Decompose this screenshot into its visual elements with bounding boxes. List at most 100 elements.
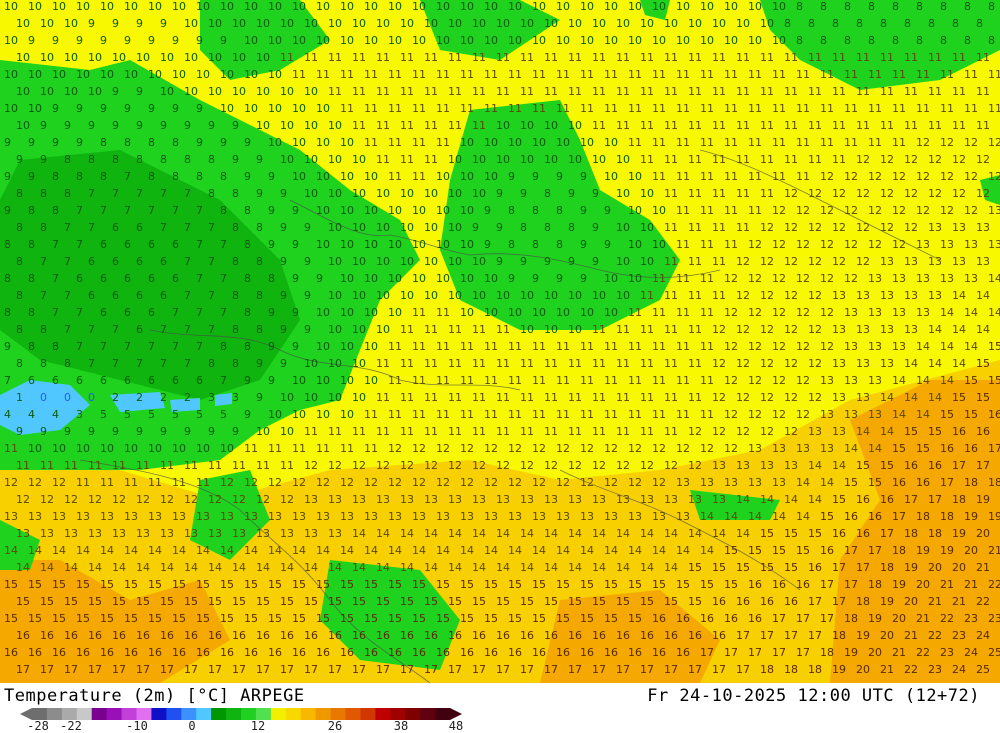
temperature-value-label: 17 [616, 663, 630, 676]
temperature-value-label: 9 [256, 357, 263, 370]
temperature-value-label: 17 [868, 544, 882, 557]
temperature-value-label: 14 [568, 527, 582, 540]
temperature-value-label: 9 [472, 221, 479, 234]
temperature-value-label: 13 [544, 493, 558, 506]
temperature-value-label: 11 [568, 425, 582, 438]
temperature-value-label: 9 [568, 255, 575, 268]
temperature-value-label: 15 [868, 476, 882, 489]
temperature-value-label: 11 [436, 136, 450, 149]
temperature-value-label: 15 [220, 578, 234, 591]
temperature-value-label: 11 [676, 306, 690, 319]
temperature-value-label: 14 [928, 323, 942, 336]
temperature-value-label: 7 [88, 323, 95, 336]
temperature-value-label: 17 [64, 663, 78, 676]
temperature-value-label: 11 [796, 170, 810, 183]
temperature-value-label: 11 [400, 323, 414, 336]
temperature-value-label: 11 [880, 85, 894, 98]
temperature-value-label: 17 [184, 663, 198, 676]
temperature-value-label: 6 [172, 272, 179, 285]
temperature-value-label: 9 [304, 323, 311, 336]
temperature-value-label: 12 [712, 391, 726, 404]
temperature-value-label: 11 [592, 425, 606, 438]
temperature-value-label: 16 [520, 629, 534, 642]
temperature-value-label: 11 [832, 85, 846, 98]
temperature-value-label: 14 [256, 561, 270, 574]
temperature-value-label: 10 [112, 51, 126, 64]
temperature-value-label: 14 [388, 544, 402, 557]
temperature-value-label: 10 [724, 34, 738, 47]
temperature-value-label: 13 [976, 255, 990, 268]
temperature-value-label: 11 [856, 85, 870, 98]
temperature-value-label: 13 [256, 527, 270, 540]
temperature-value-label: 10 [640, 17, 654, 30]
temperature-value-label: 15 [88, 595, 102, 608]
temperature-value-label: 12 [748, 408, 762, 421]
temperature-value-label: 17 [688, 663, 702, 676]
temperature-value-label: 15 [556, 578, 570, 591]
temperature-value-label: 8 [16, 221, 23, 234]
temperature-value-label: 6 [136, 323, 143, 336]
temperature-value-label: 11 [508, 68, 522, 81]
temperature-value-label: 13 [760, 459, 774, 472]
temperature-value-label: 17 [208, 663, 222, 676]
temperature-value-label: 14 [616, 561, 630, 574]
temperature-value-label: 16 [580, 646, 594, 659]
temperature-value-label: 10 [280, 153, 294, 166]
temperature-value-label: 11 [604, 374, 618, 387]
temperature-value-label: 17 [772, 612, 786, 625]
temperature-value-label: 19 [832, 663, 846, 676]
temperature-value-label: 12 [412, 442, 426, 455]
temperature-value-label: 15 [484, 578, 498, 591]
temperature-value-label: 9 [136, 425, 143, 438]
temperature-value-label: 9 [592, 187, 599, 200]
temperature-value-label: 14 [940, 306, 954, 319]
temperature-value-label: 15 [604, 578, 618, 591]
temperature-value-label: 13 [952, 255, 966, 268]
temperature-value-label: 11 [700, 204, 714, 217]
temperature-value-label: 11 [904, 119, 918, 132]
temperature-value-label: 11 [604, 68, 618, 81]
temperature-value-label: 13 [448, 493, 462, 506]
temperature-value-label: 16 [136, 629, 150, 642]
temperature-value-label: 10 [280, 119, 294, 132]
temperature-value-label: 15 [784, 561, 798, 574]
temperature-value-label: 11 [760, 153, 774, 166]
temperature-value-label: 15 [724, 578, 738, 591]
temperature-value-label: 14 [772, 510, 786, 523]
temperature-value-label: 11 [676, 340, 690, 353]
temperature-value-label: 9 [40, 119, 47, 132]
temperature-value-label: 14 [976, 289, 990, 302]
temperature-value-label: 11 [424, 391, 438, 404]
temperature-value-label: 6 [100, 306, 107, 319]
temperature-value-label: 16 [4, 646, 18, 659]
temperature-value-label: 8 [40, 187, 47, 200]
temperature-value-label: 11 [568, 85, 582, 98]
temperature-value-label: 11 [400, 85, 414, 98]
temperature-value-label: 11 [868, 102, 882, 115]
temperature-value-label: 14 [892, 408, 906, 421]
temperature-value-label: 11 [580, 374, 594, 387]
temperature-value-label: 14 [952, 323, 966, 336]
temperature-value-label: 9 [304, 255, 311, 268]
temperature-value-label: 11 [664, 187, 678, 200]
temperature-value-label: 11 [736, 51, 750, 64]
temperature-value-label: 11 [580, 102, 594, 115]
temperature-value-label: 9 [556, 272, 563, 285]
temperature-value-label: 11 [340, 102, 354, 115]
temperature-value-label: 11 [916, 68, 930, 81]
temperature-value-label: 10 [388, 34, 402, 47]
temperature-value-label: 15 [4, 612, 18, 625]
color-scale-legend: -28 -22 -10 0 12 26 38 48 [0, 705, 1000, 733]
color-scale-swatch [91, 708, 108, 720]
temperature-value-label: 14 [76, 544, 90, 557]
temperature-value-label: 12 [820, 170, 834, 183]
temperature-value-label: 8 [64, 357, 71, 370]
temperature-value-label: 9 [292, 272, 299, 285]
temperature-value-label: 7 [64, 255, 71, 268]
temperature-value-label: 13 [124, 510, 138, 523]
color-scale-tick-label: 12 [250, 719, 266, 733]
temperature-map[interactable]: 10 10 10 10 10 10 10 10 10 10 10 10 10 10 10 10 10 10 10 10… [0, 0, 1000, 683]
temperature-value-label: 10 [472, 255, 486, 268]
temperature-value-label: 20 [964, 544, 978, 557]
temperature-value-label: 11 [448, 85, 462, 98]
